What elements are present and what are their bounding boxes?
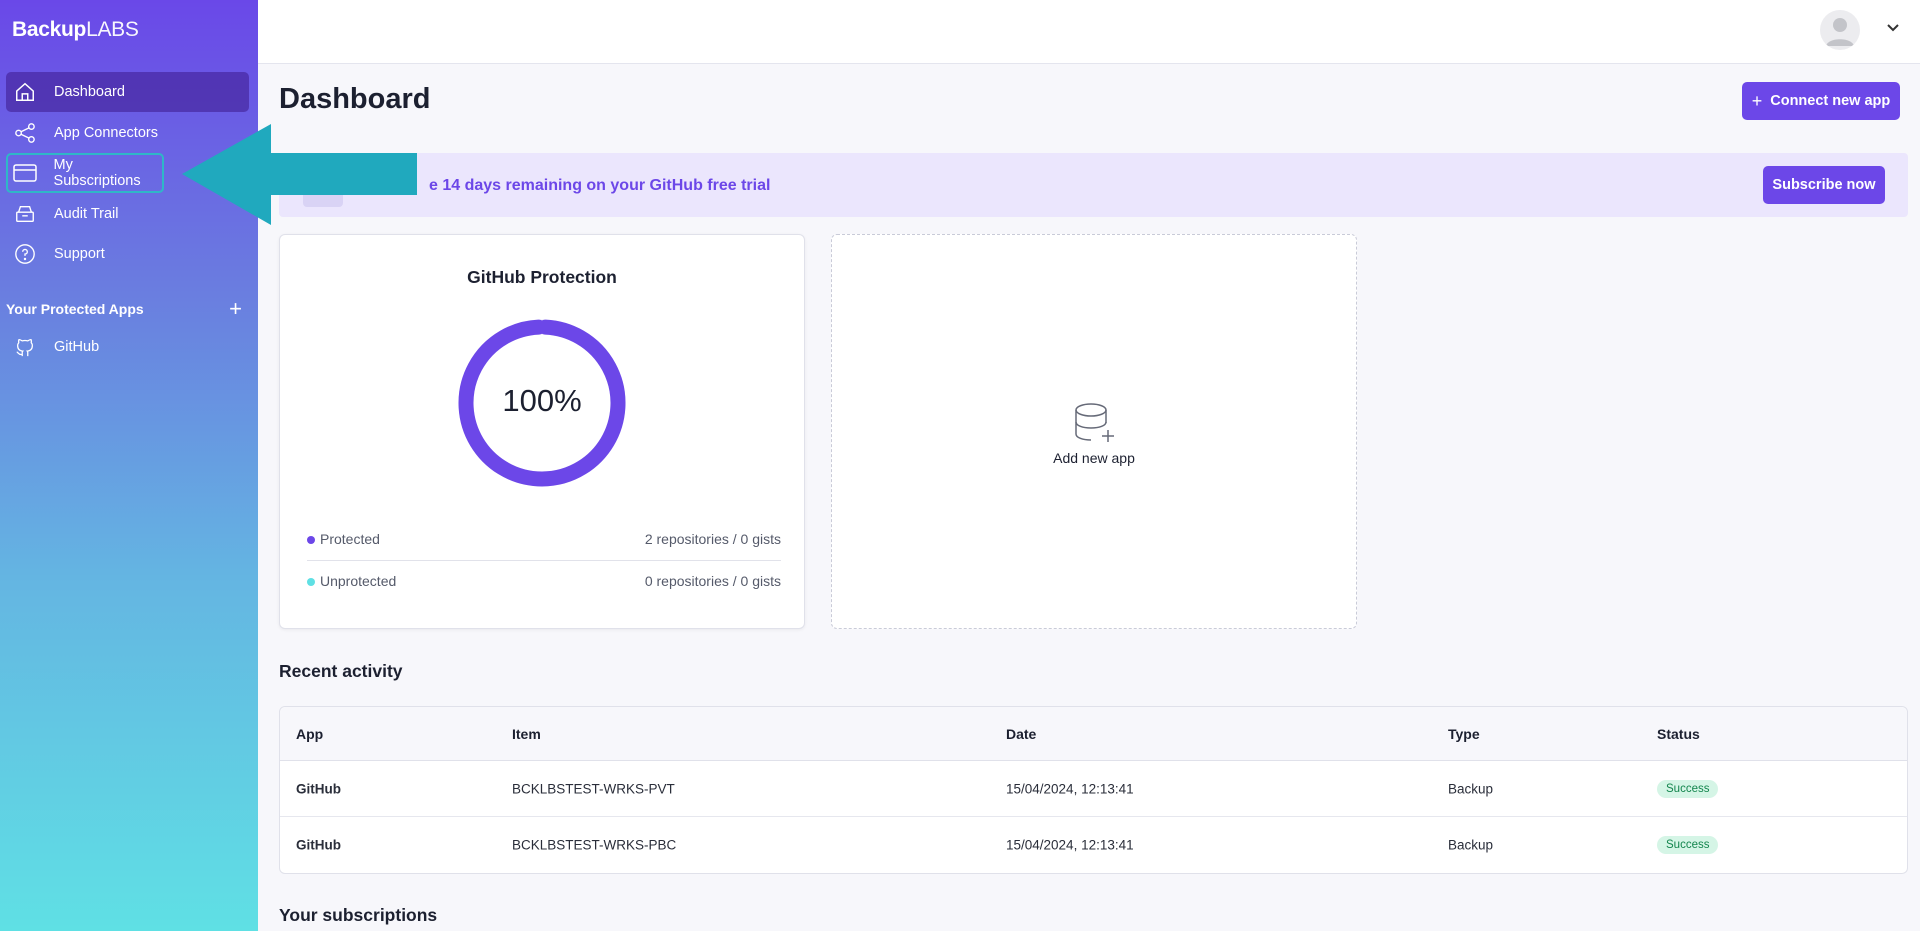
- logo-text-light: LABS: [86, 18, 139, 41]
- legend-value: 2 repositories / 0 gists: [644, 531, 781, 547]
- app-logo[interactable]: BackupLABS: [12, 18, 139, 42]
- chevron-down-icon[interactable]: [1886, 20, 1900, 39]
- sidebar-item-dashboard[interactable]: Dashboard: [6, 72, 249, 112]
- trial-banner: e 14 days remaining on your GitHub free …: [279, 153, 1908, 217]
- recent-activity-title: Recent activity: [279, 661, 403, 681]
- protection-percent: 100%: [502, 383, 582, 418]
- protected-dot: [307, 536, 315, 545]
- top-bar: [258, 0, 1920, 64]
- page-title: Dashboard: [279, 83, 431, 115]
- cell-type: Backup: [1448, 781, 1494, 796]
- sidebar-item-label: Support: [54, 246, 105, 262]
- subscribe-now-button[interactable]: Subscribe now: [1763, 166, 1885, 204]
- protected-apps-title: Your Protected Apps: [6, 301, 144, 317]
- protected-apps-header: Your Protected Apps +: [6, 298, 248, 320]
- column-header: Status: [1657, 725, 1700, 742]
- cell-item: BCKLBSTEST-WRKS-PBC: [512, 837, 677, 853]
- user-avatar-icon[interactable]: [1820, 10, 1860, 50]
- legend-label: Unprotected: [320, 573, 397, 589]
- sidebar-item-my-subscriptions[interactable]: My Subscriptions: [6, 153, 164, 193]
- legend-divider: [307, 560, 781, 561]
- cell-date: 15/04/2024, 12:13:41: [1006, 837, 1134, 853]
- trial-banner-text: e 14 days remaining on your GitHub free …: [429, 177, 771, 194]
- legend-value: 0 repositories / 0 gists: [644, 573, 781, 589]
- unprotected-dot: [307, 578, 315, 587]
- home-icon: [12, 79, 38, 105]
- column-header: Item: [512, 725, 541, 742]
- connect-new-app-label: Connect new app: [1770, 93, 1891, 109]
- archive-icon: [12, 201, 38, 227]
- table-row[interactable]: GitHub BCKLBSTEST-WRKS-PBC 15/04/2024, 1…: [280, 817, 1907, 873]
- add-protected-app-button[interactable]: +: [229, 298, 242, 320]
- sidebar-item-github[interactable]: GitHub: [6, 327, 249, 367]
- sidebar-item-label: My Subscriptions: [53, 157, 141, 189]
- add-new-app-card[interactable]: Add new app: [831, 234, 1357, 629]
- github-protection-card: GitHub Protection 100% Protected 2 repos…: [279, 234, 805, 629]
- status-badge: Success: [1657, 779, 1719, 798]
- cell-type: Backup: [1448, 837, 1494, 853]
- tutorial-arrow-icon: [182, 124, 417, 225]
- sidebar-item-label: GitHub: [54, 339, 100, 355]
- legend-row-protected: Protected 2 repositories / 0 gists: [307, 531, 781, 547]
- cell-date: 15/04/2024, 12:13:41: [1006, 781, 1134, 796]
- cell-app: GitHub: [296, 837, 341, 853]
- legend-row-unprotected: Unprotected 0 repositories / 0 gists: [307, 573, 781, 589]
- table-row[interactable]: GitHub BCKLBSTEST-WRKS-PVT 15/04/2024, 1…: [280, 761, 1907, 817]
- legend-label: Protected: [320, 531, 380, 547]
- table-header: App Item Date Type Status: [280, 707, 1907, 761]
- cell-app: GitHub: [296, 781, 341, 796]
- sidebar-item-label: App Connectors: [54, 125, 158, 141]
- protection-card-title: GitHub Protection: [467, 267, 617, 287]
- column-header: App: [296, 725, 324, 742]
- cell-item: BCKLBSTEST-WRKS-PVT: [512, 781, 675, 796]
- github-icon: [12, 334, 38, 360]
- connect-new-app-button[interactable]: + Connect new app: [1742, 82, 1900, 120]
- column-header: Date: [1006, 725, 1037, 742]
- logo-text-bold: Backup: [12, 18, 87, 41]
- sidebar-item-label: Audit Trail: [54, 206, 119, 222]
- sidebar-item-support[interactable]: Support: [6, 234, 249, 274]
- plus-icon: +: [1751, 90, 1763, 111]
- database-add-icon: [1075, 403, 1114, 442]
- your-subscriptions-title: Your subscriptions: [279, 905, 438, 925]
- credit-card-icon: [12, 160, 38, 186]
- column-header: Type: [1448, 725, 1480, 742]
- recent-activity-table: App Item Date Type Status GitHub BCKLBST…: [279, 706, 1908, 874]
- share-icon: [12, 120, 38, 146]
- help-circle-icon: [12, 241, 38, 267]
- status-badge: Success: [1657, 836, 1719, 854]
- add-new-app-label: Add new app: [1053, 450, 1135, 466]
- sidebar-item-label: Dashboard: [54, 84, 125, 100]
